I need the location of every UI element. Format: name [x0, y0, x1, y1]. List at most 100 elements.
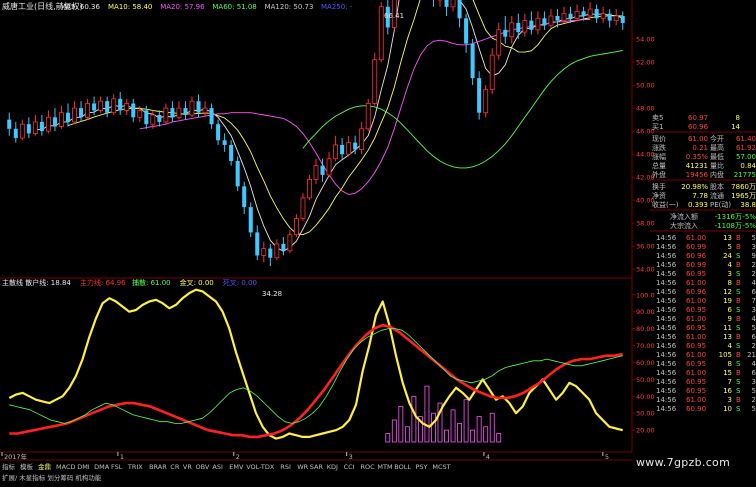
candle-body [365, 103, 371, 130]
stat-label: 内盘 [710, 170, 724, 179]
tick-side: S [736, 252, 741, 260]
candle-body [477, 78, 482, 113]
indicator-tab[interactable]: 金鼎 [38, 462, 51, 471]
tick-time: 14:56 [656, 351, 677, 359]
tick-time: 14:56 [656, 342, 677, 350]
indicator-tab[interactable]: BOLL [394, 463, 411, 471]
tick-time: 14:56 [656, 234, 677, 242]
indicator-legend-item: 死叉: 0.00 [223, 279, 257, 287]
candle-body [594, 9, 599, 19]
indicator-tab[interactable]: CCI [344, 463, 355, 471]
tick-side: S [736, 405, 741, 413]
candle-body [268, 248, 273, 258]
indicator-axis-label: 20.00 [636, 427, 655, 435]
stat-value: 19456 [686, 171, 709, 179]
candle-body [248, 207, 253, 233]
indicator-tab[interactable]: KDJ [327, 463, 338, 471]
tick-side: B [736, 261, 741, 269]
candle-body [372, 59, 378, 104]
indicator-tab[interactable]: ASI [212, 463, 223, 471]
indicator-tab[interactable]: FSL [111, 463, 123, 471]
tick-price: 61.00 [686, 351, 706, 359]
tick-time: 14:56 [656, 369, 677, 377]
ma-legend-item: MA120: 50.73 [265, 3, 314, 11]
indicator-bar [450, 409, 456, 443]
tick-side: B [736, 333, 741, 341]
candle-body [300, 197, 306, 219]
candle-body [326, 158, 332, 176]
indicator-tab[interactable]: SAR [310, 463, 324, 471]
tick-count: 4 [752, 360, 756, 368]
indicator-tab[interactable]: PSY [416, 463, 428, 471]
tick-volume: 15 [723, 369, 732, 377]
indicator-axis-label: 100.0 [636, 291, 655, 299]
tick-count: 6 [752, 369, 756, 377]
tick-volume: 13 [723, 234, 732, 242]
indicator-bar [489, 412, 495, 443]
tick-price: 61.00 [686, 369, 706, 377]
tick-time: 14:56 [656, 387, 677, 395]
time-axis-label: 3 [349, 453, 353, 461]
ma-legend-item: MA10: 58.40 [108, 3, 152, 11]
indicator-tab[interactable]: VR [183, 463, 192, 471]
indicator-tab[interactable]: DMA [94, 463, 110, 471]
candle-body [281, 243, 286, 251]
indicator-tab[interactable]: 模板 [20, 462, 34, 471]
stat-label: 涨跌 [652, 143, 666, 152]
indicator-tab[interactable]: MACD [56, 463, 75, 471]
tick-time: 14:56 [656, 324, 677, 332]
candle-body [346, 142, 352, 155]
tick-volume: 7 [728, 378, 732, 386]
indicator-axis-label: 60.00 [636, 359, 655, 367]
tick-count: 5 [752, 234, 756, 242]
tick-count: 5 [752, 405, 756, 413]
stat-value: 57.00 [736, 153, 756, 161]
indicator-axis-label: 50.00 [636, 376, 655, 384]
indicator-tab[interactable]: MTM [377, 463, 392, 471]
indicator-tab[interactable]: VOL-TDX [246, 463, 275, 471]
stat-label: 最高 [710, 143, 724, 152]
indicator-tabs[interactable]: 指标 模板 金鼎 MACD DMI DMA FSL TRIX BRAR CR VR OBV ASI EMV… [2, 462, 451, 482]
extension-tabs[interactable]: 扩展/ 木星指标 划分筹码 机构功能 [2, 473, 102, 482]
bid-ask-volume: 14 [731, 123, 740, 131]
candle-body [92, 103, 97, 111]
candle-body [118, 98, 123, 111]
indicator-tab[interactable]: DMI [77, 463, 90, 471]
indicator-bar [411, 395, 417, 443]
indicator-tab[interactable]: BRAR [149, 463, 167, 471]
candle-body [137, 109, 143, 118]
candle-body [353, 142, 358, 150]
stat-value: 0.35% [686, 153, 709, 161]
candle-body [98, 100, 104, 111]
indicator-tab[interactable]: ROC [361, 463, 376, 471]
stat-value: 38.8 [740, 201, 756, 209]
watermark: www.7gpzb.com [636, 456, 731, 469]
candle-body [72, 107, 77, 123]
tick-price: 60.95 [686, 324, 706, 332]
indicator-tab[interactable]: OBV [196, 463, 210, 471]
price-axis-label: 50.00 [636, 82, 655, 90]
indicator-tab[interactable]: EMV [229, 463, 244, 471]
flow-pct: -5% [742, 222, 756, 230]
indicator-tab[interactable]: WR [297, 463, 308, 471]
candle-body [457, 0, 462, 19]
time-axis-label: 2017年 [4, 452, 28, 461]
tick-price: 61.00 [686, 396, 706, 404]
indicator-tab[interactable]: MCST [432, 463, 450, 471]
flow-value: -1316万 [715, 213, 742, 221]
candle-body [202, 107, 208, 114]
time-axis-label: 1 [120, 453, 124, 461]
indicator-tab[interactable]: 指标 [2, 462, 16, 471]
indicator-tab[interactable]: RSI [280, 463, 291, 471]
flow-pct: -5% [742, 213, 756, 221]
price-axis-label: 34.00 [636, 266, 655, 274]
tick-price: 60.95 [686, 306, 706, 314]
indicator-tab[interactable]: CR [170, 463, 180, 471]
tick-time: 14:56 [656, 297, 677, 305]
indicator-lines [8, 288, 623, 440]
tick-volume: 3 [728, 270, 732, 278]
indicator-tab[interactable]: TRIX [127, 463, 143, 471]
candle-body [516, 22, 521, 33]
tick-time: 14:56 [656, 261, 677, 269]
indicator-legend-item: 金叉: 0.00 [180, 278, 214, 287]
